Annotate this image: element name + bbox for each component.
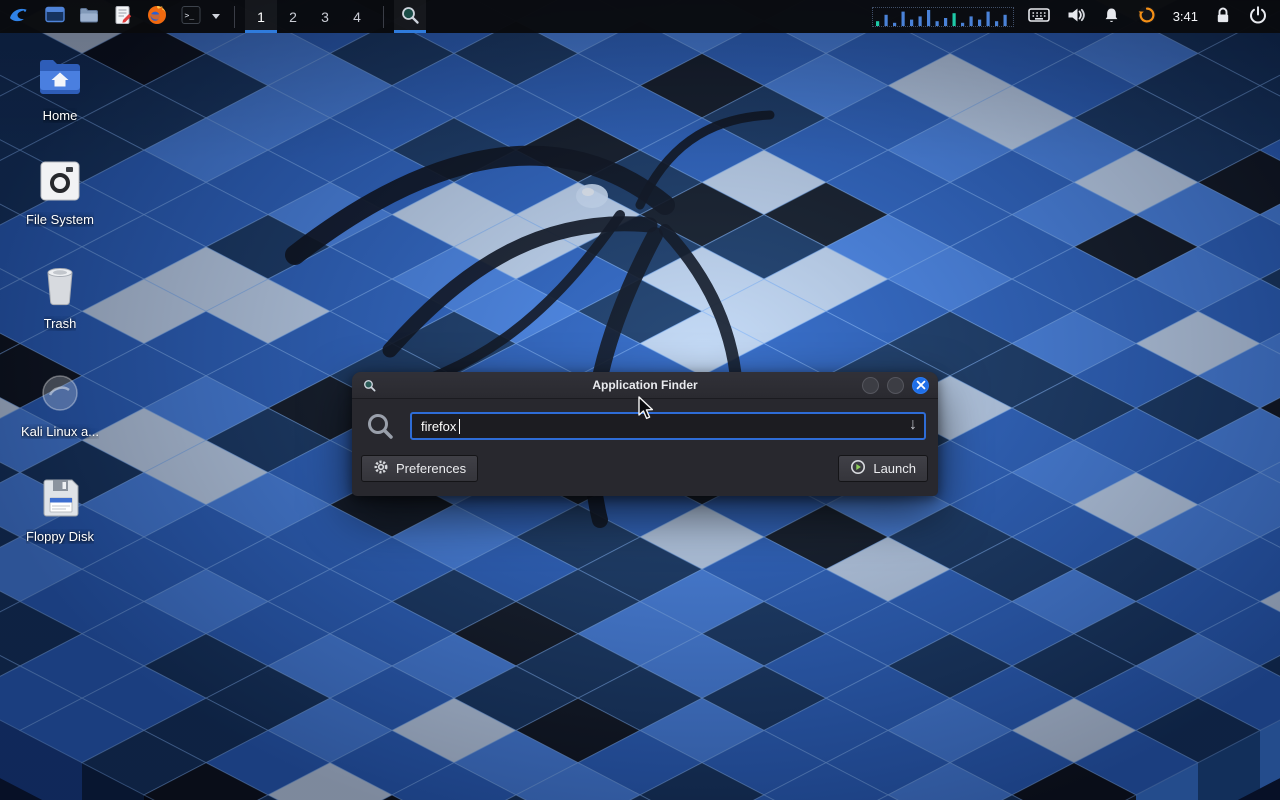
maximize-button[interactable]	[887, 377, 904, 394]
application-finder-window: Application Finder firefox ↓	[352, 372, 938, 496]
workspace-3[interactable]: 3	[309, 0, 341, 33]
terminal-dropdown-button[interactable]	[208, 0, 224, 33]
preferences-button[interactable]: Preferences	[361, 455, 478, 482]
desktop-icon-kali-docs[interactable]: Kali Linux a...	[10, 369, 110, 439]
mouse-cursor	[637, 396, 659, 420]
drive-icon	[38, 157, 82, 205]
launcher-text-editor[interactable]	[106, 0, 140, 33]
text-caret	[459, 419, 460, 434]
search-input[interactable]: firefox ↓	[410, 412, 926, 440]
log-out-button[interactable]	[1248, 5, 1268, 28]
status-arrow-icon	[1137, 5, 1157, 28]
lock-screen-button[interactable]	[1214, 5, 1232, 28]
bell-icon	[1102, 6, 1121, 28]
keyboard-icon	[1028, 7, 1050, 26]
top-panel: >_ 1 2 3 4	[0, 0, 1280, 33]
launcher-file-manager[interactable]	[38, 0, 72, 33]
lock-icon	[1214, 5, 1232, 28]
launcher-firefox[interactable]	[140, 0, 174, 33]
window-controls	[862, 372, 929, 399]
gear-icon	[373, 459, 389, 478]
window-title: Application Finder	[592, 378, 697, 392]
svg-text:>_: >_	[185, 11, 195, 20]
terminal-icon: >_	[180, 4, 202, 29]
close-button[interactable]	[912, 377, 929, 394]
workspace-2[interactable]: 2	[277, 0, 309, 33]
kali-docs-icon	[38, 369, 82, 417]
kali-menu-button[interactable]	[0, 0, 38, 33]
panel-separator	[383, 6, 384, 28]
desktop-icon-home[interactable]: Home	[10, 53, 110, 123]
workspace-switcher: 1 2 3 4	[245, 0, 373, 33]
titlebar[interactable]: Application Finder	[352, 372, 938, 399]
preferences-label: Preferences	[396, 461, 466, 476]
desktop-icon-label: File System	[26, 212, 94, 227]
desktop-icon-label: Trash	[44, 316, 77, 331]
text-editor-icon	[112, 4, 134, 29]
notifications-button[interactable]	[1102, 6, 1121, 28]
launcher-file-browser[interactable]	[72, 0, 106, 33]
tray-status-button[interactable]	[1137, 5, 1157, 28]
clock[interactable]: 3:41	[1173, 9, 1198, 24]
launch-button[interactable]: Launch	[838, 455, 928, 482]
launch-label: Launch	[873, 461, 916, 476]
desktop-icon-trash[interactable]: Trash	[10, 261, 110, 331]
volume-icon	[1066, 5, 1086, 28]
launcher-terminal[interactable]: >_	[174, 0, 208, 33]
volume-button[interactable]	[1066, 5, 1086, 28]
workspace-4[interactable]: 4	[341, 0, 373, 33]
trash-icon	[38, 261, 82, 309]
keyboard-layout-button[interactable]	[1028, 7, 1050, 26]
chevron-down-icon	[212, 14, 220, 19]
desktop-icon-label: Kali Linux a...	[21, 424, 99, 439]
desktop: >_ 1 2 3 4	[0, 0, 1280, 800]
search-input-value: firefox	[421, 419, 456, 434]
desktop-icon-floppy-disk[interactable]: Floppy Disk	[10, 474, 110, 544]
search-icon	[365, 411, 395, 441]
system-monitor-graph[interactable]	[872, 7, 1014, 27]
panel-left-group: >_ 1 2 3 4	[0, 0, 426, 33]
floppy-disk-icon	[38, 474, 82, 522]
action-row: Preferences Launch	[352, 448, 938, 482]
file-manager-icon	[44, 4, 66, 29]
panel-tray: 3:41	[1028, 5, 1280, 28]
close-icon	[916, 378, 926, 393]
workspace-1[interactable]: 1	[245, 0, 277, 33]
application-finder-app-icon	[362, 378, 377, 393]
taskbar-application-finder[interactable]	[394, 0, 426, 33]
monitor-bars	[873, 8, 1013, 26]
folder-icon	[78, 4, 100, 29]
application-finder-icon	[399, 4, 421, 29]
panel-separator	[234, 6, 235, 28]
minimize-button[interactable]	[862, 377, 879, 394]
home-folder-icon	[37, 53, 83, 101]
desktop-icon-file-system[interactable]: File System	[10, 157, 110, 227]
dropdown-arrow-icon[interactable]: ↓	[909, 416, 917, 434]
log-out-icon	[1248, 5, 1268, 28]
kali-logo-icon	[7, 3, 31, 30]
desktop-icon-label: Home	[43, 108, 78, 123]
launch-icon	[850, 459, 866, 478]
firefox-icon	[146, 4, 168, 29]
desktop-icon-label: Floppy Disk	[26, 529, 94, 544]
